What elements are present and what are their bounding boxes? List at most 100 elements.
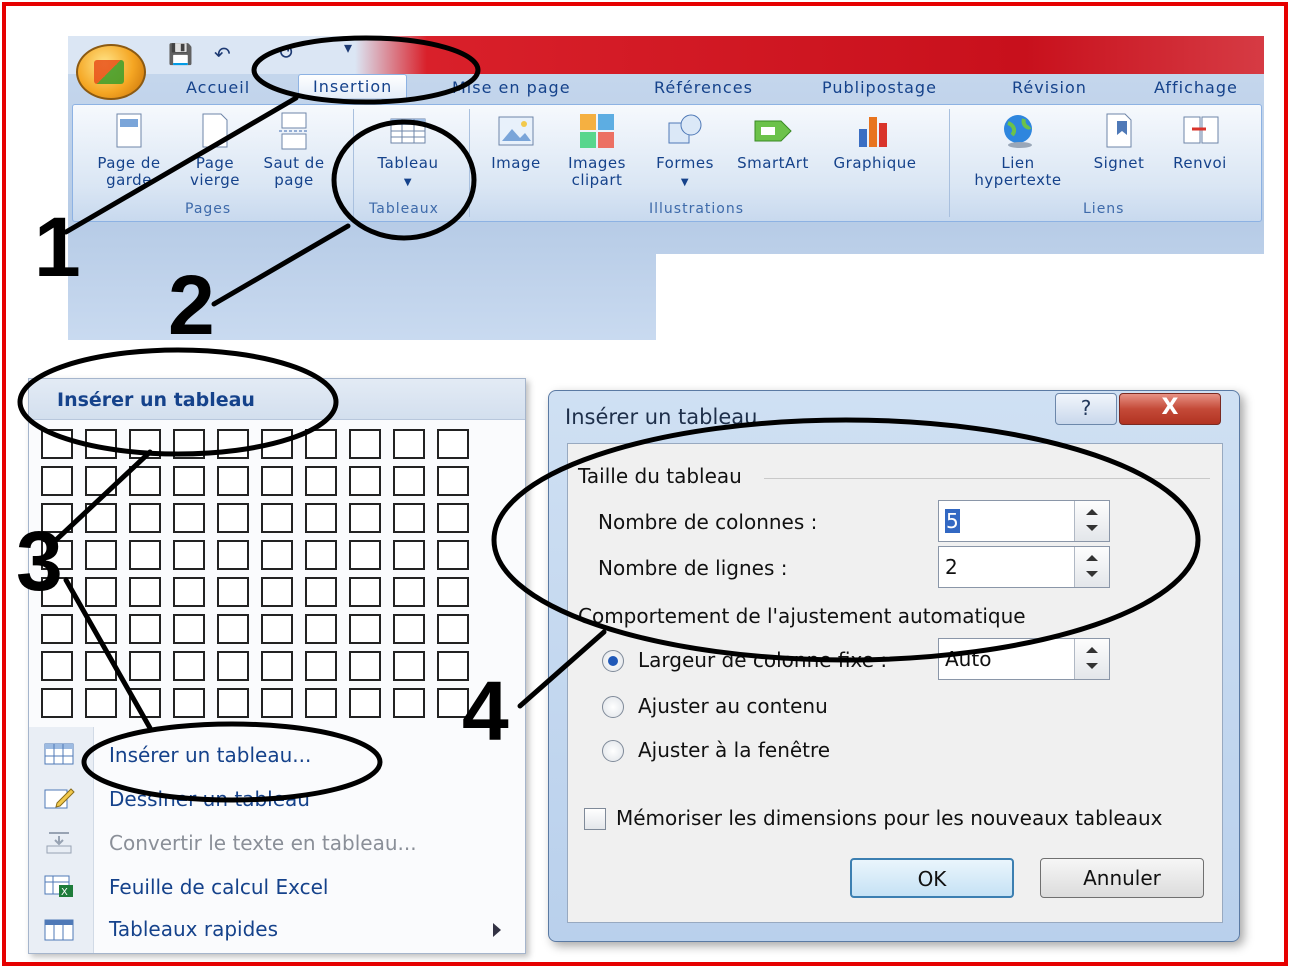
grid-cell[interactable] — [217, 466, 249, 496]
tab-revision[interactable]: Révision — [1012, 78, 1087, 97]
grid-cell[interactable] — [393, 466, 425, 496]
grid-cell[interactable] — [349, 651, 381, 681]
grid-cell[interactable] — [305, 651, 337, 681]
grid-cell[interactable] — [349, 503, 381, 533]
grid-cell[interactable] — [349, 466, 381, 496]
grid-cell[interactable] — [217, 688, 249, 718]
grid-cell[interactable] — [41, 466, 73, 496]
grid-cell[interactable] — [41, 540, 73, 570]
grid-cell[interactable] — [217, 577, 249, 607]
remember-checkbox[interactable] — [584, 808, 606, 830]
grid-cell[interactable] — [349, 429, 381, 459]
tableau-button[interactable]: Tableau ▼ — [363, 111, 453, 191]
grid-cell[interactable] — [129, 577, 161, 607]
grid-cell[interactable] — [305, 429, 337, 459]
grid-cell[interactable] — [437, 429, 469, 459]
grid-cell[interactable] — [437, 577, 469, 607]
rows-spin-buttons[interactable] — [1074, 547, 1109, 587]
grid-cell[interactable] — [261, 540, 293, 570]
grid-cell[interactable] — [217, 503, 249, 533]
grid-cell[interactable] — [437, 540, 469, 570]
grid-cell[interactable] — [41, 577, 73, 607]
grid-cell[interactable] — [437, 651, 469, 681]
tab-publipostage[interactable]: Publipostage — [822, 78, 937, 97]
images-clipart-button[interactable]: Images clipart — [557, 111, 637, 189]
tab-references[interactable]: Références — [654, 78, 753, 97]
grid-cell[interactable] — [173, 614, 205, 644]
fixed-width-spin-buttons[interactable] — [1074, 639, 1109, 679]
grid-cell[interactable] — [393, 614, 425, 644]
renvoi-button[interactable]: Renvoi — [1163, 111, 1237, 172]
grid-cell[interactable] — [41, 651, 73, 681]
fit-window-label[interactable]: Ajuster à la fenêtre — [638, 738, 830, 762]
grid-cell[interactable] — [393, 429, 425, 459]
grid-cell[interactable] — [305, 614, 337, 644]
remember-label[interactable]: Mémoriser les dimensions pour les nouvea… — [616, 806, 1162, 830]
grid-cell[interactable] — [349, 577, 381, 607]
grid-cell[interactable] — [393, 540, 425, 570]
grid-cell[interactable] — [85, 540, 117, 570]
image-button[interactable]: Image — [481, 111, 551, 172]
grid-cell[interactable] — [85, 429, 117, 459]
grid-cell[interactable] — [129, 466, 161, 496]
columns-spin-buttons[interactable] — [1074, 501, 1109, 541]
grid-cell[interactable] — [261, 466, 293, 496]
grid-cell[interactable] — [437, 614, 469, 644]
grid-cell[interactable] — [217, 651, 249, 681]
grid-cell[interactable] — [349, 688, 381, 718]
menu-item-tableaux-rapides[interactable]: Tableaux rapides — [109, 917, 278, 941]
grid-cell[interactable] — [437, 688, 469, 718]
grid-cell[interactable] — [173, 688, 205, 718]
formes-button[interactable]: Formes ▼ — [647, 111, 723, 191]
close-button[interactable]: X — [1119, 393, 1221, 425]
fit-content-label[interactable]: Ajuster au contenu — [638, 694, 828, 718]
grid-cell[interactable] — [41, 688, 73, 718]
help-button[interactable]: ? — [1055, 393, 1117, 425]
grid-cell[interactable] — [129, 614, 161, 644]
fixed-width-spinner[interactable]: Auto — [938, 638, 1110, 680]
grid-cell[interactable] — [173, 503, 205, 533]
grid-cell[interactable] — [85, 688, 117, 718]
grid-cell[interactable] — [393, 651, 425, 681]
grid-cell[interactable] — [173, 540, 205, 570]
grid-cell[interactable] — [217, 540, 249, 570]
grid-cell[interactable] — [393, 688, 425, 718]
redo-icon[interactable]: ↺ — [278, 40, 295, 64]
grid-cell[interactable] — [41, 503, 73, 533]
grid-cell[interactable] — [349, 540, 381, 570]
grid-cell[interactable] — [173, 651, 205, 681]
tab-insertion[interactable]: Insertion — [298, 74, 408, 98]
grid-cell[interactable] — [261, 429, 293, 459]
page-de-garde-button[interactable]: Page de garde — [87, 111, 171, 189]
grid-cell[interactable] — [305, 688, 337, 718]
save-icon[interactable]: 💾 — [168, 42, 193, 66]
rows-value[interactable]: 2 — [945, 555, 958, 579]
graphique-button[interactable]: Graphique — [825, 111, 925, 172]
grid-cell[interactable] — [261, 688, 293, 718]
ok-button[interactable]: OK — [850, 858, 1014, 898]
fit-content-radio[interactable] — [602, 696, 624, 718]
grid-cell[interactable] — [41, 614, 73, 644]
tab-affichage[interactable]: Affichage — [1154, 78, 1238, 97]
columns-spinner[interactable]: 5 — [938, 500, 1110, 542]
grid-cell[interactable] — [305, 577, 337, 607]
grid-cell[interactable] — [349, 614, 381, 644]
rows-spinner[interactable]: 2 — [938, 546, 1110, 588]
grid-cell[interactable] — [261, 503, 293, 533]
signet-button[interactable]: Signet — [1083, 111, 1155, 172]
undo-icon[interactable]: ↶ — [214, 42, 231, 66]
grid-cell[interactable] — [129, 429, 161, 459]
grid-cell[interactable] — [85, 466, 117, 496]
tab-mise-en-page[interactable]: Mise en page — [452, 78, 571, 97]
fixed-width-value[interactable]: Auto — [945, 647, 991, 671]
grid-cell[interactable] — [41, 429, 73, 459]
fixed-width-radio[interactable] — [602, 650, 624, 672]
grid-cell[interactable] — [261, 577, 293, 607]
grid-cell[interactable] — [85, 614, 117, 644]
grid-cell[interactable] — [129, 540, 161, 570]
saut-de-page-button[interactable]: Saut de page — [257, 111, 331, 189]
grid-cell[interactable] — [437, 503, 469, 533]
grid-cell[interactable] — [85, 651, 117, 681]
grid-cell[interactable] — [305, 503, 337, 533]
grid-cell[interactable] — [85, 503, 117, 533]
